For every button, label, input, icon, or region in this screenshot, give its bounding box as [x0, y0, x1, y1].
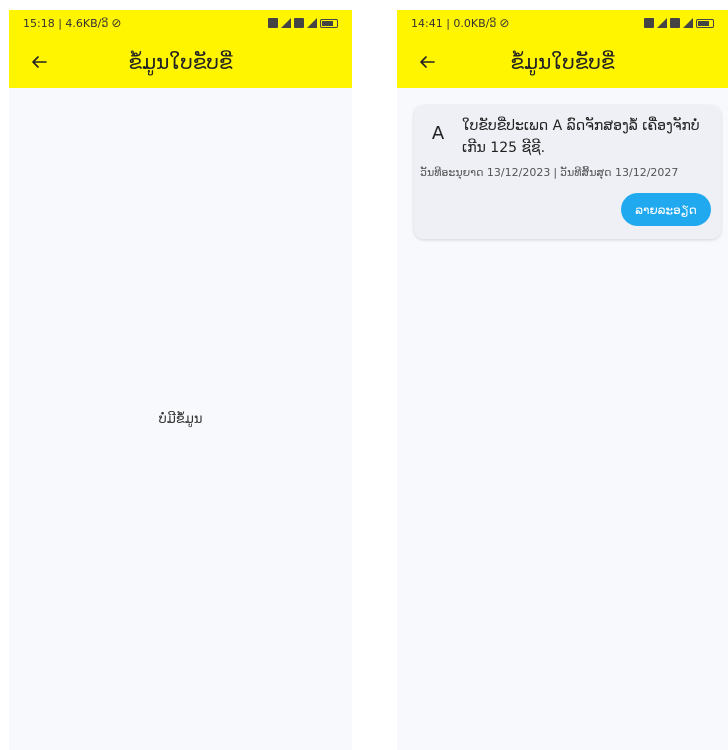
signal-icon: [307, 18, 317, 28]
sim-icon: [670, 18, 680, 28]
status-bar: 15:18 | 4.6KB/ວິ ⊘: [9, 10, 352, 36]
signal-icon: [657, 18, 667, 28]
page-title: ຂໍ້ມູນໃບຂັບຂີ່: [128, 50, 233, 74]
license-card[interactable]: A ໃບຂັບຂີ່ປະເພດ A ລົດຈັກສອງລໍ້ ເຄື່ອງຈັກ…: [414, 105, 721, 239]
app-bar: 15:18 | 4.6KB/ວິ ⊘ ຂໍ້ມູນໃບຂັບຂີ່: [9, 10, 352, 88]
details-button[interactable]: ລາຍລະອຽດ: [621, 193, 711, 226]
back-button[interactable]: [413, 48, 441, 76]
status-bar: 14:41 | 0.0KB/ວິ ⊘: [397, 10, 728, 36]
license-dates: ວັນທີອະນຸຍາດ 13/12/2023 | ວັນທີສິ້ນສຸດ 13/…: [420, 166, 717, 179]
battery-icon: [320, 18, 338, 28]
app-bar: 14:41 | 0.0KB/ວິ ⊘ ຂໍ້ມູນໃບຂັບຂີ່: [397, 10, 728, 88]
back-button[interactable]: [25, 48, 53, 76]
screen-empty-state: 15:18 | 4.6KB/ວິ ⊘ ຂໍ້ມູນໃບຂັບຂີ່ ບໍ່ມີຂ…: [9, 10, 352, 750]
sim-icon: [644, 18, 654, 28]
date-separator: |: [553, 166, 558, 179]
wifi-off-icon: ⊘: [111, 16, 122, 30]
expiry-date: ວັນທີສິ້ນສຸດ 13/12/2027: [560, 166, 679, 179]
arrow-left-icon: [32, 56, 47, 68]
license-class-avatar: A: [431, 123, 445, 144]
signal-icon: [281, 18, 291, 28]
signal-icon: [683, 18, 693, 28]
screen-license-list: 14:41 | 0.0KB/ວິ ⊘ ຂໍ້ມູນໃບຂັບຂີ່ A ໃບຂັ…: [397, 10, 728, 750]
sim-icon: [294, 18, 304, 28]
status-time: 15:18 | 4.6KB/ວິ: [23, 16, 109, 30]
page-title: ຂໍ້ມູນໃບຂັບຂີ່: [510, 50, 615, 74]
sim-icon: [268, 18, 278, 28]
issue-date: ວັນທີອະນຸຍາດ 13/12/2023: [420, 166, 551, 179]
wifi-off-icon: ⊘: [499, 16, 510, 30]
arrow-left-icon: [420, 56, 435, 68]
license-title: ໃບຂັບຂີ່ປະເພດ A ລົດຈັກສອງລໍ້ ເຄື່ອງຈັກບໍ…: [462, 118, 700, 156]
empty-message: ບໍ່ມີຂໍ້ມູນ: [158, 412, 203, 427]
toolbar: ຂໍ້ມູນໃບຂັບຂີ່: [397, 36, 728, 88]
toolbar: ຂໍ້ມູນໃບຂັບຂີ່: [9, 36, 352, 88]
battery-icon: [696, 18, 714, 28]
status-time: 14:41 | 0.0KB/ວິ: [411, 16, 497, 30]
